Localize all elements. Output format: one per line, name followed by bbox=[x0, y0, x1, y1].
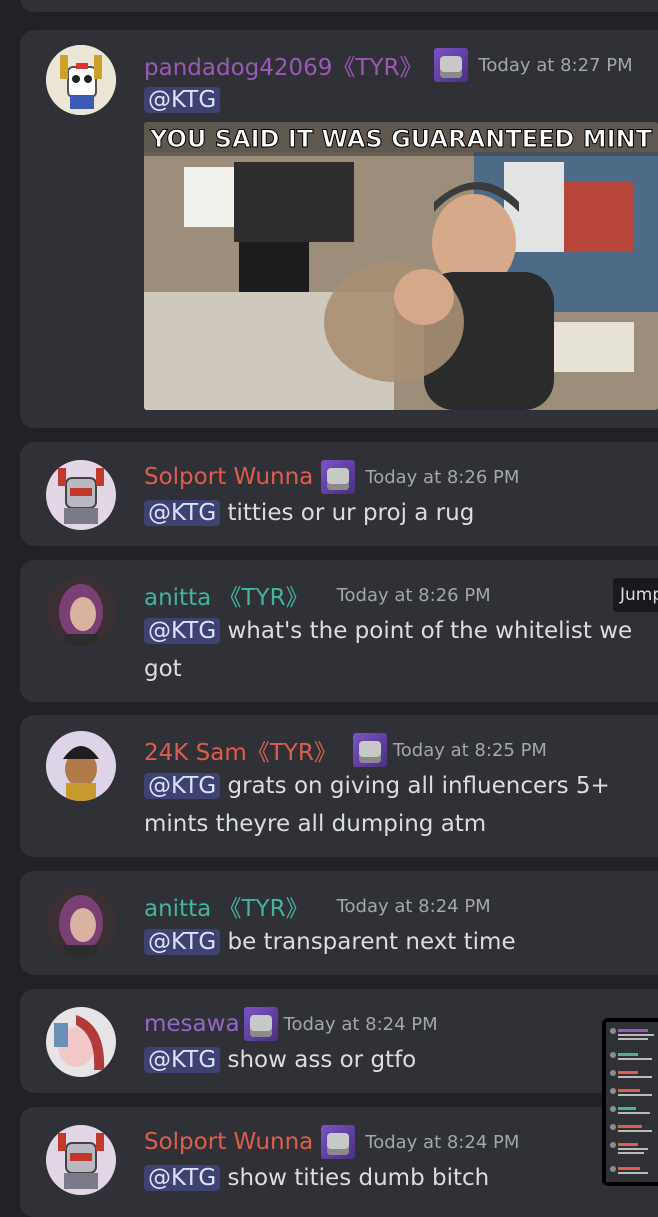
mention[interactable]: @KTG bbox=[144, 929, 221, 955]
username[interactable]: mesawa bbox=[144, 1011, 240, 1037]
avatar-image bbox=[46, 731, 116, 801]
mention[interactable]: @KTG bbox=[144, 500, 221, 526]
message-text: be transparent next time bbox=[227, 929, 516, 955]
avatar[interactable] bbox=[46, 887, 116, 957]
timestamp: Today at 8:27 PM bbox=[478, 54, 633, 76]
username[interactable]: anitta 《TYR》 bbox=[144, 578, 309, 612]
role-badge-icon bbox=[321, 1125, 356, 1159]
username[interactable]: anitta 《TYR》 bbox=[144, 889, 309, 923]
pip-preview-image bbox=[606, 1022, 658, 1182]
message-card: anitta 《TYR》 Today at 8:26 PM Jump @KTG … bbox=[20, 560, 658, 702]
timestamp: Today at 8:26 PM bbox=[336, 584, 491, 606]
message-card: mesawa Today at 8:24 PM @KTG show ass or… bbox=[20, 989, 658, 1093]
message-card: Solport Wunna Today at 8:26 PM @KTG titt… bbox=[20, 442, 658, 546]
message-text: what's the point of the whitelist we bbox=[227, 618, 633, 644]
timestamp: Today at 8:25 PM bbox=[392, 739, 547, 761]
message-text-continued: mints theyre all dumping atm bbox=[144, 811, 487, 837]
role-badge-icon bbox=[321, 460, 356, 494]
avatar-image bbox=[46, 460, 116, 530]
mention[interactable]: @KTG bbox=[144, 1047, 221, 1073]
message-text-continued: got bbox=[144, 656, 182, 682]
role-badge-icon bbox=[243, 1007, 278, 1041]
previous-message-card bbox=[20, 0, 658, 12]
message-text: grats on giving all influencers 5+ bbox=[227, 773, 610, 799]
message-card: 24K Sam《TYR》 Today at 8:25 PM @KTG grats… bbox=[20, 715, 658, 857]
pip-thumbnail[interactable] bbox=[602, 1018, 658, 1186]
username[interactable]: Solport Wunna bbox=[144, 1129, 313, 1155]
role-badge-icon bbox=[352, 733, 387, 767]
timestamp: Today at 8:26 PM bbox=[365, 466, 520, 488]
message-card: anitta 《TYR》 Today at 8:24 PM @KTG be tr… bbox=[20, 871, 658, 975]
username[interactable]: pandadog42069《TYR》 bbox=[144, 48, 422, 82]
username[interactable]: Solport Wunna bbox=[144, 464, 313, 490]
jump-button[interactable]: Jump bbox=[613, 578, 658, 612]
image-caption: YOU SAID IT WAS GUARANTEED MINT bbox=[149, 125, 653, 153]
message-text: titties or ur proj a rug bbox=[227, 500, 475, 526]
image-attachment[interactable]: YOU SAID IT WAS GUARANTEED MINT bbox=[144, 122, 658, 410]
mention[interactable]: @KTG bbox=[144, 87, 221, 113]
avatar[interactable] bbox=[46, 731, 116, 801]
mention[interactable]: @KTG bbox=[144, 1165, 221, 1191]
avatar[interactable] bbox=[46, 576, 116, 646]
avatar[interactable] bbox=[46, 1007, 116, 1077]
avatar[interactable] bbox=[46, 460, 116, 530]
avatar-image bbox=[46, 1125, 116, 1195]
message-text: show ass or gtfo bbox=[227, 1047, 417, 1073]
avatar-image bbox=[46, 887, 116, 957]
avatar[interactable] bbox=[46, 1125, 116, 1195]
timestamp: Today at 8:24 PM bbox=[283, 1013, 438, 1035]
message-card: Solport Wunna Today at 8:24 PM @KTG show… bbox=[20, 1107, 658, 1217]
avatar-image bbox=[46, 576, 116, 646]
avatar-image bbox=[46, 45, 116, 115]
role-badge-icon bbox=[434, 48, 469, 82]
avatar[interactable] bbox=[46, 45, 116, 115]
timestamp: Today at 8:24 PM bbox=[365, 1131, 520, 1153]
mention[interactable]: @KTG bbox=[144, 618, 221, 644]
jump-label: Jump bbox=[620, 585, 658, 605]
username[interactable]: 24K Sam《TYR》 bbox=[144, 733, 337, 767]
message-card: pandadog42069《TYR》 Today at 8:27 PM @KTG… bbox=[20, 30, 658, 428]
meme-image: YOU SAID IT WAS GUARANTEED MINT bbox=[144, 122, 658, 410]
message-text: show tities dumb bitch bbox=[227, 1165, 490, 1191]
timestamp: Today at 8:24 PM bbox=[336, 895, 491, 917]
mention[interactable]: @KTG bbox=[144, 773, 221, 799]
avatar-image bbox=[46, 1007, 116, 1077]
